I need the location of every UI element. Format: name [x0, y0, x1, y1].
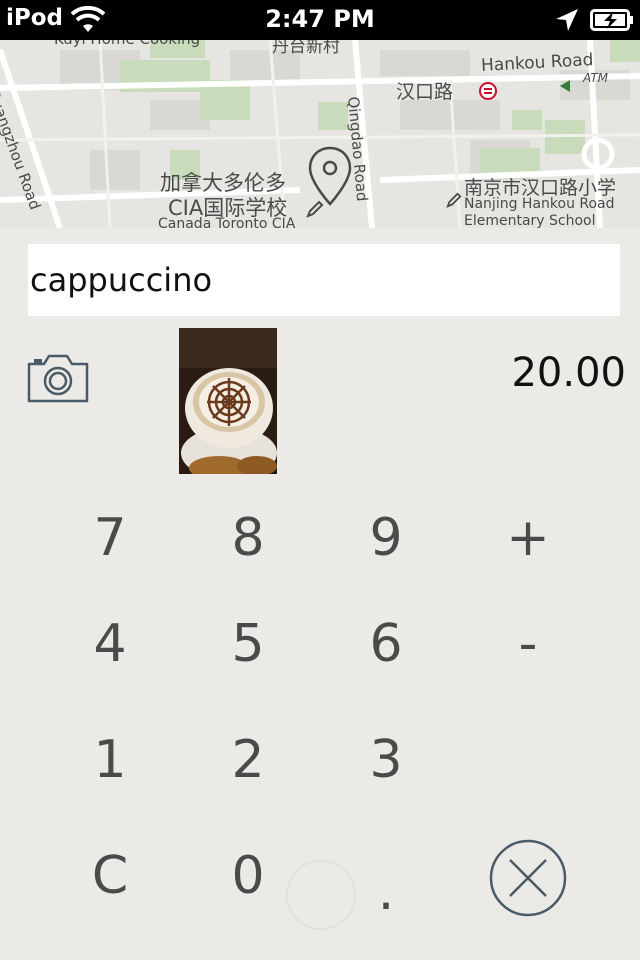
map-label-right-school-en-1: Nanjing Hankou Road [464, 196, 615, 212]
item-name-input[interactable] [28, 244, 620, 316]
location-pin-icon[interactable] [306, 146, 354, 208]
map-label-hankou-road-cn: 汉口路 [396, 81, 454, 103]
key-8[interactable]: 8 [198, 498, 298, 578]
key-7[interactable]: 7 [60, 498, 160, 578]
status-time: 2:47 PM [265, 5, 375, 33]
amount-display: 20.00 [511, 350, 626, 396]
map-label-top-center: 丹台新村 [272, 40, 340, 57]
key-1[interactable]: 1 [60, 720, 160, 800]
status-bar: iPod 2:47 PM [0, 0, 640, 40]
map-label-top-left: Kuyi Home Cooking [54, 40, 200, 48]
item-name-field[interactable] [28, 244, 620, 316]
key-5[interactable]: 5 [198, 604, 298, 684]
map-label-atm: ATM [583, 71, 609, 85]
cappuccino-photo [179, 328, 277, 474]
delete-circle-x-icon[interactable] [488, 838, 568, 918]
key-0[interactable]: 0 [198, 836, 298, 916]
key-decimal[interactable]: . [336, 852, 436, 932]
key-clear[interactable]: C [60, 836, 160, 916]
item-photo-thumbnail[interactable] [179, 328, 277, 474]
camera-icon[interactable] [26, 350, 90, 404]
map-label-school-en: Canada Toronto CIA [158, 216, 296, 228]
key-6[interactable]: 6 [336, 604, 436, 684]
edit-pencil-icon-2 [446, 192, 462, 208]
edit-pencil-icon [306, 200, 324, 218]
key-minus[interactable]: - [478, 604, 578, 684]
location-arrow-icon [556, 9, 578, 31]
key-2[interactable]: 2 [198, 720, 298, 800]
key-plus[interactable]: + [478, 498, 578, 578]
key-3[interactable]: 3 [336, 720, 436, 800]
location-map[interactable]: Kuyi Home Cooking 丹台新村 Hankou Road 汉口路 A… [0, 40, 640, 228]
map-label-right-school-en-2: Elementary School [464, 213, 596, 228]
key-4[interactable]: 4 [60, 604, 160, 684]
key-9[interactable]: 9 [336, 498, 436, 578]
battery-charging-icon [590, 9, 633, 31]
